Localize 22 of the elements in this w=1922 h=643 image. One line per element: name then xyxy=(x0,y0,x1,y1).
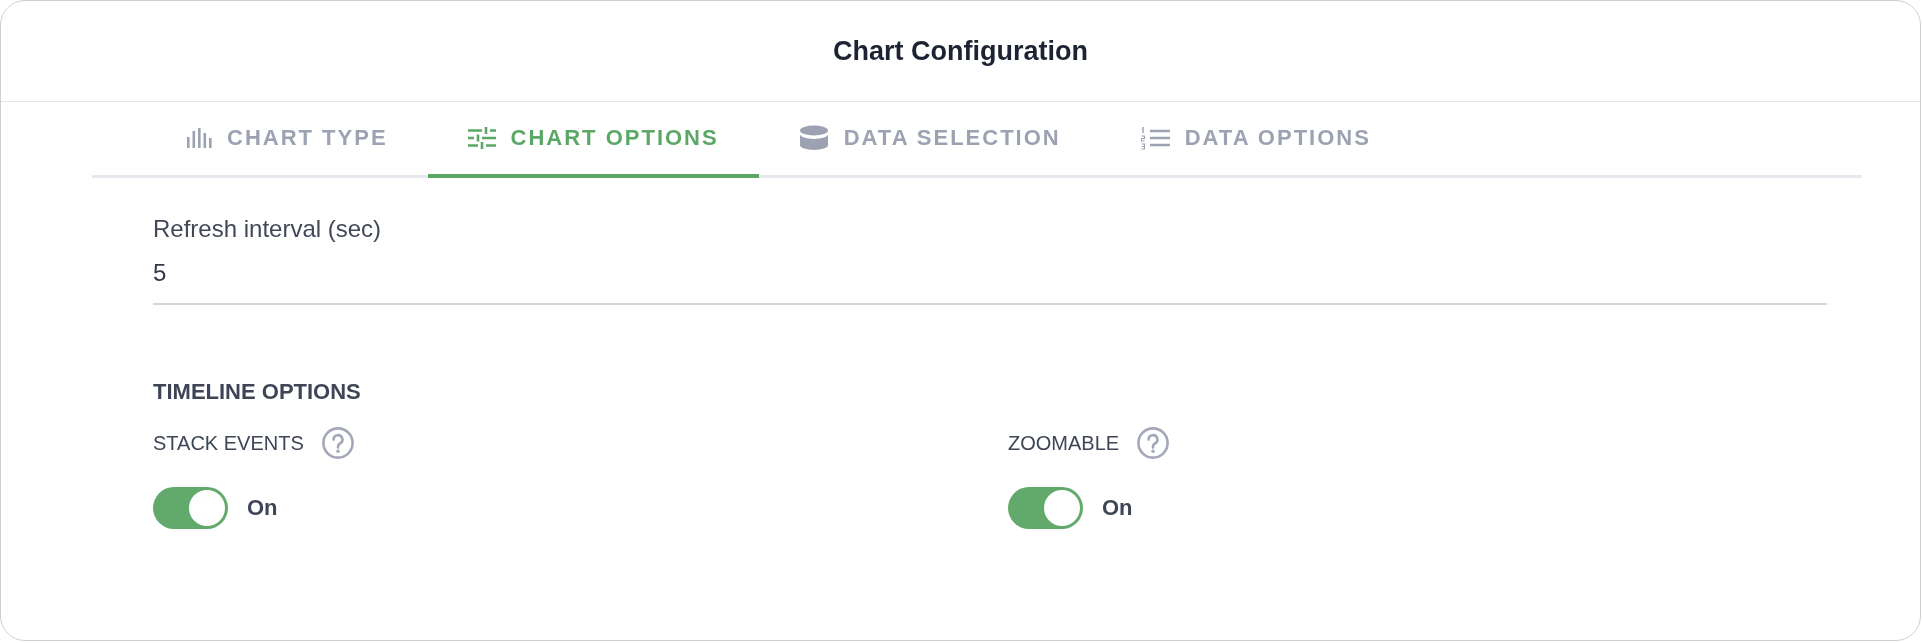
bar-chart-icon xyxy=(187,128,212,148)
refresh-interval-label: Refresh interval (sec) xyxy=(153,215,382,243)
toggle-switch[interactable] xyxy=(153,487,228,529)
database-icon xyxy=(798,125,829,151)
option-label: ZOOMABLE xyxy=(1008,431,1120,455)
refresh-interval-field[interactable]: 5 xyxy=(153,250,1827,305)
toggle-knob xyxy=(189,490,225,526)
tab[interactable]: DATA SELECTION xyxy=(758,102,1101,178)
help-icon[interactable] xyxy=(1137,427,1170,459)
numbered-list-icon xyxy=(1140,126,1170,150)
toggle-knob xyxy=(1044,490,1080,526)
dialog-title: Chart Configuration xyxy=(833,35,1088,67)
sliders-icon xyxy=(467,127,496,149)
option-label: STACK EVENTS xyxy=(153,431,304,455)
toggle-state-label: On xyxy=(247,495,278,521)
toggle-state-label: On xyxy=(1102,495,1133,521)
tab[interactable]: DATA OPTIONS xyxy=(1100,102,1411,178)
help-icon[interactable] xyxy=(321,427,354,459)
tab[interactable]: CHART TYPE xyxy=(147,102,428,178)
toggle-switch[interactable] xyxy=(1008,487,1083,529)
section-heading: TIMELINE OPTIONS xyxy=(153,379,361,405)
tab[interactable]: CHART OPTIONS xyxy=(427,102,759,178)
